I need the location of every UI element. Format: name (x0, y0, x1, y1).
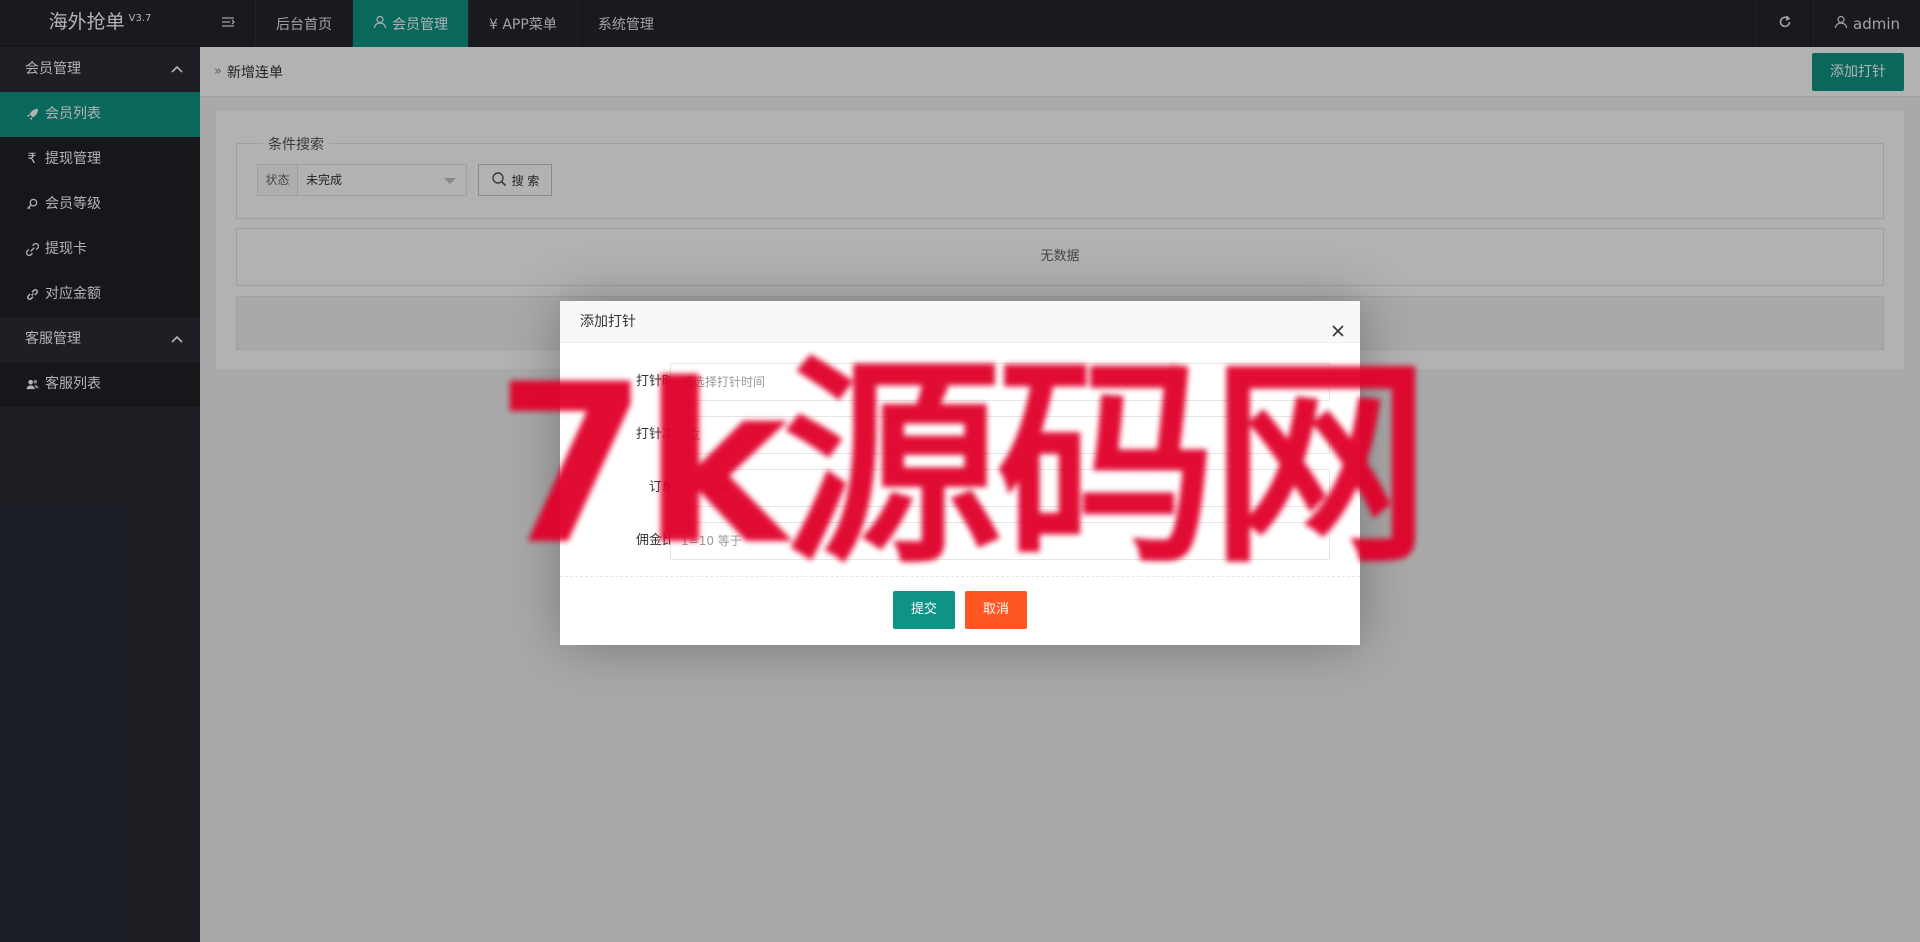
close-icon[interactable] (1330, 314, 1346, 337)
dialog-footer: 提交 取消 (560, 591, 1360, 629)
dialog-title: 添加打针 (580, 314, 636, 330)
watermark: 7k源码网 (495, 340, 1430, 590)
submit-button[interactable]: 提交 (892, 591, 955, 629)
cancel-button[interactable]: 取消 (965, 591, 1028, 629)
dialog-header: 添加打针 (560, 301, 1360, 343)
